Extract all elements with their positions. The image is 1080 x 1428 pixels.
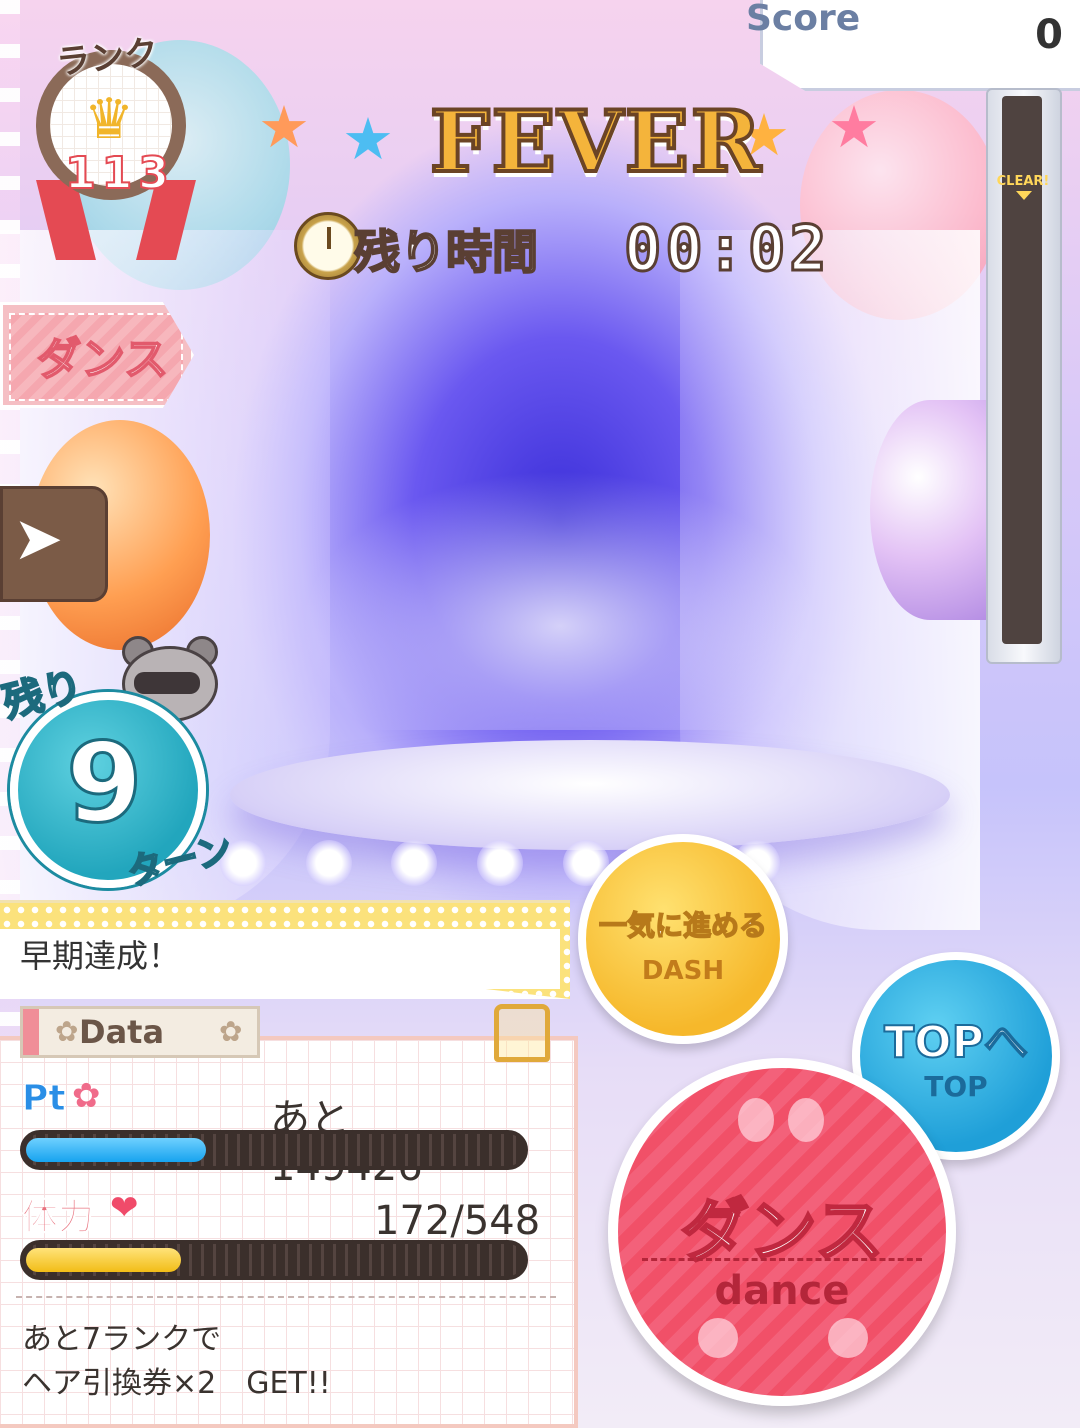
pt-label: Pt — [22, 1078, 67, 1120]
turns-value: 9 — [65, 719, 145, 847]
timer-row: 残り時間 00:02 — [294, 211, 914, 292]
stamina-progress-bar — [20, 1240, 528, 1280]
pt-progress-bar — [20, 1130, 528, 1170]
fever-title: FEVER — [428, 90, 763, 193]
timer-value: 00:02 — [623, 211, 831, 287]
star-icon: ★ — [258, 93, 310, 161]
rank-value: 113 — [64, 147, 175, 200]
heart-icon: ❤ — [110, 1188, 139, 1228]
dance-mode-tag[interactable]: ダンス — [0, 302, 194, 408]
paw-icon — [738, 1098, 774, 1142]
cloud-decoration — [300, 470, 820, 730]
remaining-turns: 残り 9 ターン — [0, 632, 260, 895]
dance-button-sublabel: dance — [714, 1268, 850, 1314]
light-bulb — [476, 840, 523, 886]
stamina-label: 体力 — [21, 1197, 95, 1239]
divider — [16, 1296, 556, 1298]
crown-icon: ♛ — [84, 87, 135, 152]
clear-gauge: CLEAR! — [986, 88, 1062, 664]
reward-line: あと7ランクで — [22, 1322, 222, 1357]
score-label: Score — [746, 0, 861, 39]
arrow-right-icon: ➤ — [13, 504, 64, 574]
gauge-clear-label: CLEAR! — [996, 174, 1050, 189]
stage-platform — [230, 740, 950, 850]
star-icon: ★ — [342, 105, 394, 173]
pt-progress-fill — [26, 1138, 206, 1162]
light-bulb — [391, 840, 438, 886]
reward-info: あと7ランクで ヘア引換券×2 GET!! — [22, 1318, 331, 1406]
tab-stripe — [23, 1009, 39, 1055]
data-tab-label: Data — [79, 1013, 165, 1051]
flower-icon: ✿ — [219, 1015, 243, 1048]
dash-button-sublabel: DASH — [641, 956, 725, 986]
flower-icon: ✿ — [55, 1015, 79, 1048]
clock-icon — [294, 212, 362, 280]
banner-text: 早期達成！ — [20, 937, 181, 975]
rank-badge: ♛ ランク 113 — [36, 30, 196, 260]
timer-label: 残り時間 — [353, 224, 539, 280]
light-bulb — [305, 840, 352, 886]
top-button-label: TOPへ — [883, 1016, 1029, 1069]
dash-button-label: 一気に進める — [598, 908, 768, 943]
dance-button[interactable]: ダンス dance — [608, 1058, 956, 1406]
reward-line: ヘア引換券×2 GET!! — [22, 1366, 331, 1401]
flower-icon: ✿ — [72, 1076, 101, 1116]
fever-header: ★ ★ ★ ★ FEVER 残り時間 00:02 — [250, 80, 890, 290]
paw-icon — [698, 1318, 738, 1358]
gauge-marker-icon — [1016, 191, 1032, 200]
expand-menu-button[interactable]: ➤ — [0, 486, 108, 602]
dance-divider — [642, 1258, 922, 1261]
early-achievement-banner: 早期達成！ — [0, 900, 570, 999]
dash-button[interactable]: 一気に進める DASH — [578, 834, 788, 1044]
data-tab: ✿ Data ✿ — [20, 1006, 260, 1058]
paw-icon — [788, 1098, 824, 1142]
balloon-decoration — [870, 400, 990, 620]
score-value: 0 — [1035, 12, 1063, 58]
paperclip-icon — [494, 1004, 550, 1062]
star-icon: ★ — [828, 93, 880, 161]
stamina-progress-fill — [26, 1248, 181, 1272]
dance-tag-label: ダンス — [36, 333, 169, 386]
paw-icon — [828, 1318, 868, 1358]
stamina-value: 172/548 — [374, 1198, 541, 1244]
